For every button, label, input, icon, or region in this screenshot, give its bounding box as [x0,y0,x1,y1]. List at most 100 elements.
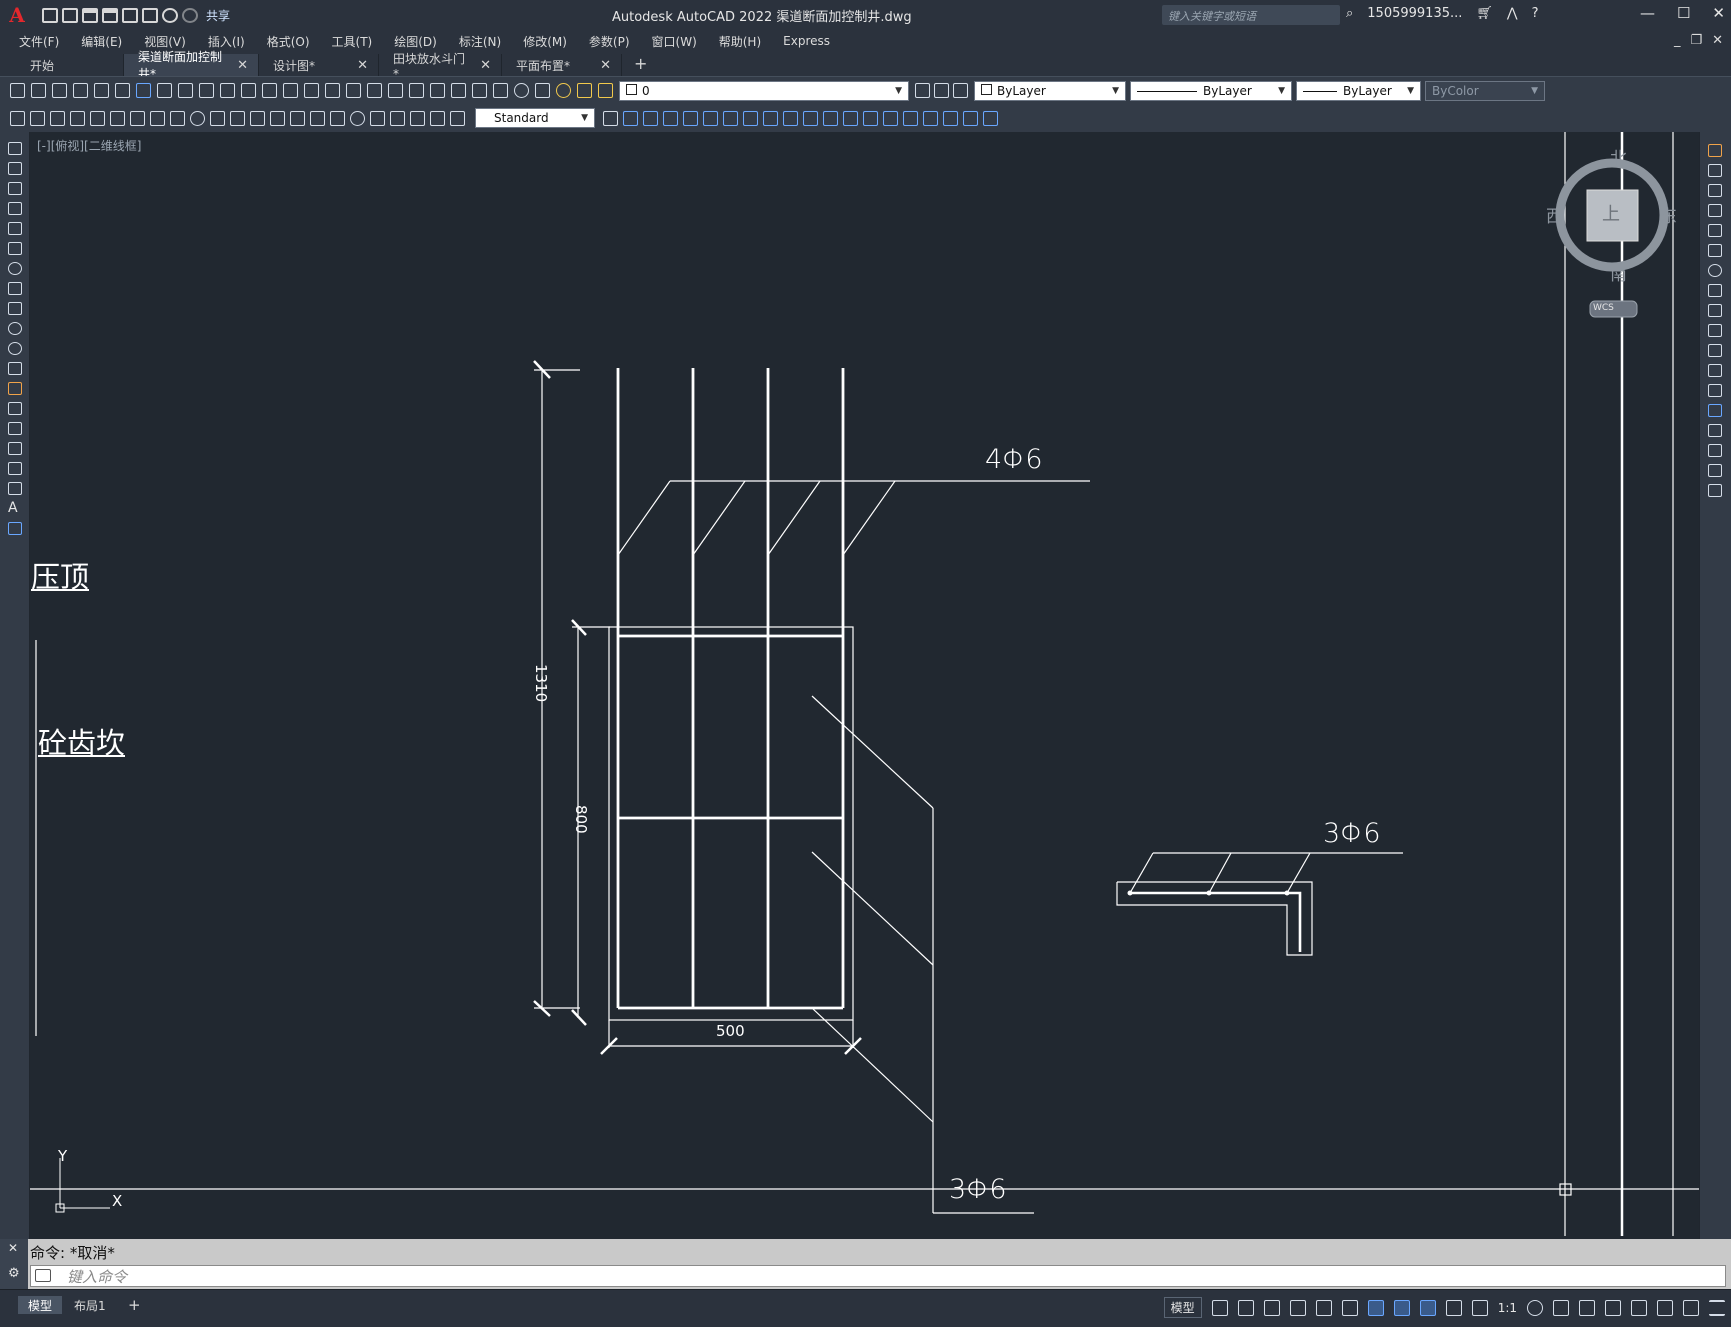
modify-fillet-icon[interactable] [883,110,898,126]
modify-extend-icon[interactable] [803,110,818,126]
add-layout-icon[interactable]: + [118,1296,151,1314]
modify-chamfer-icon[interactable] [863,110,878,126]
help-icon[interactable]: ? [1532,6,1539,21]
preview-icon[interactable] [94,83,109,98]
dim-text-500[interactable]: 500 [716,1022,745,1040]
close-command-icon[interactable]: ✕ [8,1241,18,1255]
modify-stretch-icon[interactable] [763,110,778,126]
dim-angular-icon[interactable] [210,110,225,126]
tab-field-gate[interactable]: 田块放水斗门* ✕ [379,52,502,81]
linetype-select[interactable]: ByLayer ▼ [1130,80,1292,101]
drawing-canvas[interactable] [30,132,1699,1242]
3d-print-icon[interactable] [136,83,151,98]
open-file-icon[interactable] [62,7,78,23]
search-input[interactable]: 键入关键字或短语 [1162,5,1340,25]
dim-text-edit-icon[interactable] [430,110,445,126]
undo-tool-icon[interactable] [262,83,277,98]
design-center-icon[interactable] [409,83,424,98]
viewcube-south[interactable]: 南 [1610,260,1627,285]
offset-icon[interactable] [1708,204,1722,217]
menu-format[interactable]: 格式(O) [256,33,321,50]
layer-properties-icon[interactable] [535,83,550,98]
command-line-handle[interactable]: ✕ ⚙ [0,1239,28,1289]
rebar-label-4phi6[interactable]: 4Φ6 [985,444,1043,475]
construction-line-icon[interactable] [8,162,22,175]
chamfer-icon[interactable] [1708,424,1722,437]
open-icon[interactable] [31,83,46,98]
command-menu-icon[interactable] [35,1269,51,1282]
grid-icon[interactable] [1211,1299,1228,1316]
rebar-label-3phi6-right[interactable]: 3Φ6 [1323,818,1381,849]
stretch-icon[interactable] [1708,304,1722,317]
workspace-gear-icon[interactable] [1527,1299,1543,1316]
match-properties-icon[interactable] [220,83,235,98]
point-icon[interactable] [8,402,22,415]
doc-restore-icon[interactable]: ❐ [1690,33,1702,48]
properties-icon[interactable] [388,83,403,98]
break-icon[interactable] [1708,384,1722,397]
move-icon[interactable] [1708,244,1722,257]
object-snap-tracking-icon[interactable] [1341,1299,1358,1316]
publish-icon[interactable] [115,83,130,98]
menu-tools[interactable]: 工具(T) [321,33,384,50]
fillet-icon[interactable] [1708,444,1722,457]
autocad-logo-icon[interactable]: A [6,4,28,26]
tab-model[interactable]: 模型 [18,1296,63,1314]
isodraft-icon[interactable] [1315,1299,1332,1316]
plot-icon[interactable] [142,7,158,23]
modify-offset-icon[interactable] [663,110,678,126]
layer-freeze-icon[interactable] [577,83,592,98]
make-current-layer-icon[interactable] [915,83,930,98]
save-as-icon[interactable] [102,7,118,23]
tab-plan-layout[interactable]: 平面布置* ✕ [502,54,622,76]
rebar-label-3phi6-bottom[interactable]: 3Φ6 [949,1174,1007,1205]
drawing-viewport[interactable]: [-][俯视][二维线框] 北 南 东 西 上 WCS Y X 压顶 砼齿坎 1… [30,132,1699,1242]
region-icon[interactable] [8,462,22,475]
quickcalc-icon[interactable] [493,83,508,98]
modify-copy-icon[interactable] [623,110,638,126]
auto-scale-icon[interactable] [1471,1299,1488,1316]
dim-continue-icon[interactable] [270,110,285,126]
layer-previous-icon[interactable] [934,83,949,98]
layer-on-icon[interactable] [556,83,571,98]
polar-icon[interactable] [1289,1299,1306,1316]
snap-icon[interactable] [1237,1299,1254,1316]
layer-match-icon[interactable] [10,110,25,126]
add-selected-icon[interactable] [8,522,22,535]
modify-join-icon[interactable] [843,110,858,126]
rotate-icon[interactable] [1708,264,1722,277]
dimstyle-select[interactable]: Standard ▼ [475,108,595,128]
doc-close-icon[interactable]: ✕ [1712,33,1723,48]
save-tool-icon[interactable] [52,83,67,98]
zoom-previous-icon[interactable] [367,83,382,98]
doc-minimize-icon[interactable]: _ [1674,33,1681,48]
revision-cloud-icon[interactable] [8,282,22,295]
insert-block-icon[interactable] [8,362,22,375]
blend-curves-icon[interactable] [1708,464,1722,477]
fullscreen-icon[interactable] [1683,1299,1699,1316]
tab-drawing-main[interactable]: 渠道断面加控制井* ✕ [124,50,259,81]
array-icon[interactable] [1708,224,1722,237]
cut-icon[interactable] [157,83,172,98]
transparency-icon[interactable] [1419,1299,1436,1316]
block-editor-icon[interactable] [241,83,256,98]
dim-baseline-icon[interactable] [250,110,265,126]
polygon-icon[interactable] [8,202,22,215]
markup-icon[interactable] [472,83,487,98]
zoom-realtime-icon[interactable] [325,83,340,98]
text-concrete-key[interactable]: 砼齿坎 [29,720,125,762]
close-tab-icon[interactable]: ✕ [480,58,491,73]
layer-uniso-icon[interactable] [50,110,65,126]
hatch-icon[interactable] [8,422,22,435]
dim-radius-icon[interactable] [150,110,165,126]
cart-icon[interactable]: 🛒︎ [1476,6,1493,21]
menu-file[interactable]: 文件(F) [8,33,70,50]
modify-blend-icon[interactable] [903,110,918,126]
extend-icon[interactable] [1708,344,1722,357]
spline-icon[interactable] [8,302,22,315]
save-icon[interactable] [82,7,98,23]
menu-edit[interactable]: 编辑(E) [70,33,133,50]
wrench-icon[interactable]: ⚙ [8,1266,20,1281]
lineweight-icon[interactable] [1393,1299,1410,1316]
model-space-button[interactable]: 模型 [1163,1297,1202,1318]
